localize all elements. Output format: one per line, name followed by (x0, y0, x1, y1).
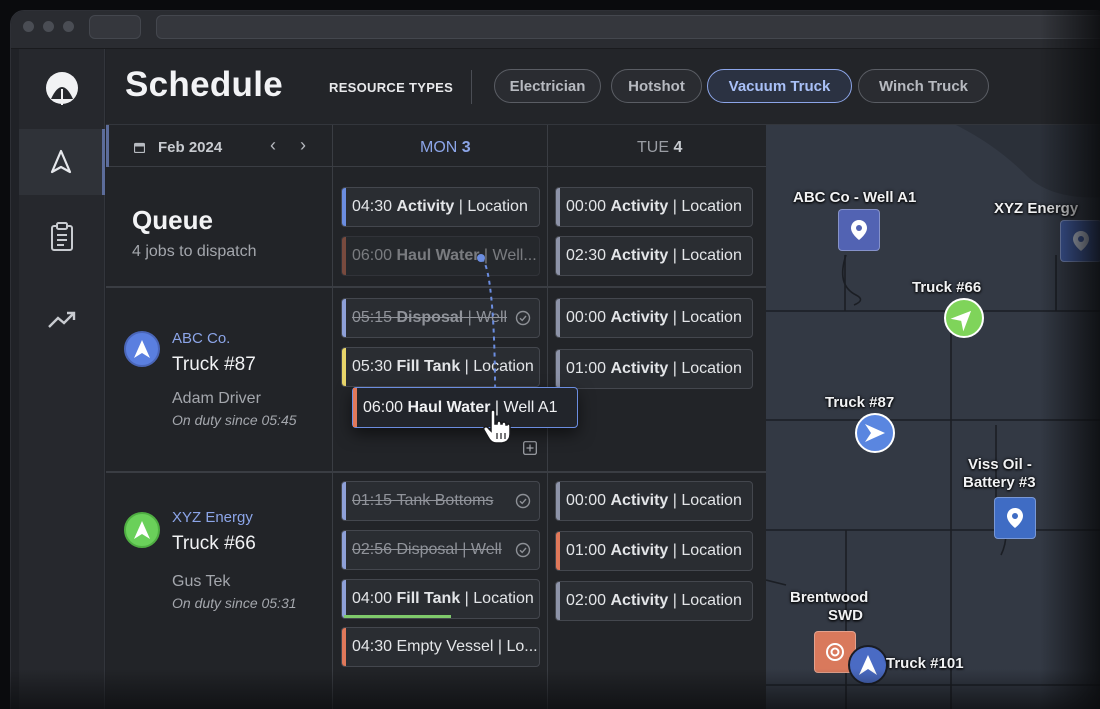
truck-label: Truck #101 (886, 655, 964, 672)
job-time: 06:00 (363, 398, 404, 416)
map-pin-icon (851, 220, 867, 240)
location-pin[interactable] (994, 497, 1036, 539)
location-pin[interactable] (1060, 220, 1100, 262)
hand-cursor-icon (482, 409, 511, 444)
location-label: XYZ Energy (994, 200, 1079, 217)
disposal-site-icon (826, 643, 844, 661)
navigation-arrow-icon (865, 424, 885, 442)
map-pin-icon (1073, 231, 1089, 251)
truck-label: Truck #66 (912, 279, 982, 296)
truck-marker[interactable] (855, 413, 895, 453)
location-label: Battery #3 (963, 474, 1036, 491)
dragged-job-card[interactable]: 06:00 Haul Water | Well A1 (352, 387, 578, 428)
truck-marker[interactable] (848, 645, 888, 685)
truck-marker[interactable] (944, 298, 984, 338)
job-name: Haul Water (407, 398, 491, 416)
location-label: ABC Co - Well A1 (793, 189, 917, 206)
navigation-arrow-icon (950, 310, 972, 332)
navigation-arrow-icon (859, 655, 877, 675)
truck-label: Truck #87 (825, 394, 895, 411)
map-pin-icon (1007, 508, 1023, 528)
location-pin[interactable] (838, 209, 880, 251)
app-window: Schedule RESOURCE TYPES Electrician Hots… (10, 10, 1100, 709)
map-view[interactable]: ABC Co - Well A1 XYZ Energy Truck #66 Tr… (766, 125, 1100, 709)
location-label: SWD (828, 607, 863, 624)
job-color-bar (353, 388, 357, 427)
location-label: Viss Oil - (968, 456, 1032, 473)
location-label: Brentwood (790, 589, 869, 606)
